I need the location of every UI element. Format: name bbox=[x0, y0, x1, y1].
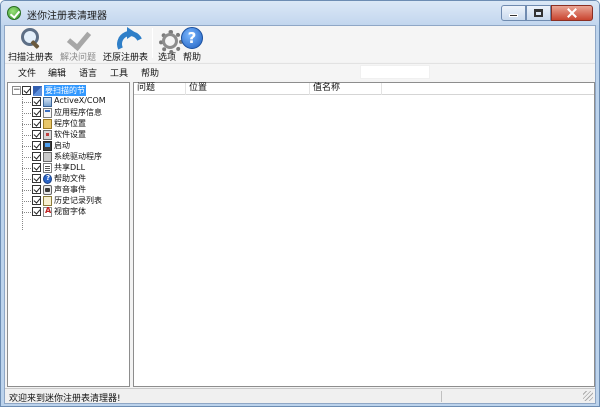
app-info-icon bbox=[43, 108, 52, 118]
menu-edit[interactable]: 编辑 bbox=[48, 66, 66, 79]
tree-item-checkbox[interactable] bbox=[32, 152, 41, 161]
help-icon: ? bbox=[181, 27, 203, 49]
tree-item-checkbox[interactable] bbox=[32, 130, 41, 139]
tree-item-checkbox[interactable] bbox=[32, 174, 41, 183]
tree-item-label: 程序位置 bbox=[54, 119, 86, 128]
tree-item-label: 软件设置 bbox=[54, 130, 86, 139]
tree-item-label: 系统驱动程序 bbox=[54, 152, 102, 161]
menu-search-box[interactable] bbox=[360, 65, 430, 79]
registry-root-icon bbox=[33, 86, 42, 96]
fix-problems-button[interactable]: 解决问题 bbox=[58, 26, 98, 63]
gear-icon bbox=[156, 27, 183, 54]
app-logo-icon bbox=[7, 6, 21, 20]
options-button[interactable]: 选项 bbox=[156, 26, 183, 63]
toolbar-separator bbox=[152, 28, 153, 58]
history-list-icon bbox=[43, 196, 52, 206]
tree-item[interactable]: 视窗字体 bbox=[8, 206, 129, 218]
system-driver-icon bbox=[43, 152, 52, 162]
windows-font-icon bbox=[43, 206, 52, 217]
tree-root-label: 要扫描的节 bbox=[44, 85, 86, 96]
tree-item-label: 声音事件 bbox=[54, 185, 86, 194]
activex-icon bbox=[43, 97, 52, 107]
window-title: 迷你注册表清理器 bbox=[27, 11, 107, 22]
title-bar[interactable]: 迷你注册表清理器 bbox=[1, 1, 599, 25]
tree-item-label: 帮助文件 bbox=[54, 174, 86, 183]
maximize-icon bbox=[534, 9, 543, 17]
checkmark-icon bbox=[67, 27, 89, 49]
help-label: 帮助 bbox=[182, 53, 201, 63]
program-location-icon bbox=[43, 119, 52, 129]
column-header-value-name[interactable]: 值名称 bbox=[310, 83, 382, 95]
menu-file[interactable]: 文件 bbox=[18, 66, 36, 79]
magnifier-icon bbox=[19, 27, 41, 49]
collapse-toggle[interactable]: − bbox=[12, 86, 21, 95]
close-button[interactable] bbox=[551, 5, 593, 21]
software-settings-icon bbox=[43, 130, 52, 140]
list-header: 问题 位置 值名称 bbox=[134, 83, 594, 95]
tree-item-checkbox[interactable] bbox=[32, 196, 41, 205]
startup-icon bbox=[43, 141, 52, 151]
toolbar: 扫描注册表 解决问题 还原注册表 选项 ? 帮助 bbox=[5, 26, 595, 63]
status-text: 欢迎来到迷你注册表清理器! bbox=[9, 394, 121, 404]
problems-list[interactable]: 问题 位置 值名称 bbox=[133, 82, 595, 387]
scan-registry-label: 扫描注册表 bbox=[8, 53, 54, 63]
shared-dll-icon bbox=[43, 163, 52, 173]
scan-registry-button[interactable]: 扫描注册表 bbox=[8, 26, 54, 63]
column-header-problem[interactable]: 问题 bbox=[134, 83, 186, 95]
tree-item-label: 视窗字体 bbox=[54, 207, 86, 216]
menu-language[interactable]: 语言 bbox=[79, 66, 97, 79]
status-bar: 欢迎来到迷你注册表清理器! bbox=[5, 388, 595, 404]
menu-bar: 文件 编辑 语言 工具 帮助 bbox=[5, 63, 595, 80]
tree-item-checkbox[interactable] bbox=[32, 97, 41, 106]
window-controls bbox=[501, 5, 593, 21]
tree-item-checkbox[interactable] bbox=[32, 108, 41, 117]
sections-tree[interactable]: − 要扫描的节 ActiveX/COM 应用程序信息 程序位置 软件设置 启动 … bbox=[7, 82, 130, 387]
minimize-icon bbox=[509, 14, 518, 17]
app-window: 迷你注册表清理器 扫描注册表 解决问题 还原注册表 选项 ? 帮助 文件 编辑 … bbox=[0, 0, 600, 407]
menu-tools[interactable]: 工具 bbox=[110, 66, 128, 79]
tree-item-checkbox[interactable] bbox=[32, 163, 41, 172]
menu-help[interactable]: 帮助 bbox=[141, 66, 159, 79]
tree-item-checkbox[interactable] bbox=[32, 185, 41, 194]
close-icon bbox=[567, 8, 577, 18]
tree-item-checkbox[interactable] bbox=[32, 119, 41, 128]
tree-item-label: 历史记录列表 bbox=[54, 196, 102, 205]
restore-registry-button[interactable]: 还原注册表 bbox=[103, 26, 148, 63]
tree-item-checkbox[interactable] bbox=[32, 207, 41, 216]
root-checkbox[interactable] bbox=[22, 86, 31, 95]
help-button[interactable]: ? 帮助 bbox=[181, 26, 203, 63]
tree-item-label: 共享DLL bbox=[54, 163, 86, 172]
status-separator bbox=[441, 391, 442, 402]
undo-arrow-icon bbox=[114, 27, 136, 49]
fix-problems-label: 解决问题 bbox=[59, 53, 96, 63]
sound-event-icon bbox=[43, 185, 52, 195]
minimize-button[interactable] bbox=[501, 5, 526, 21]
help-file-icon bbox=[43, 174, 52, 184]
tree-item-label: 启动 bbox=[54, 141, 70, 150]
resize-grip-icon[interactable] bbox=[583, 391, 593, 401]
tree-item-label: 应用程序信息 bbox=[54, 108, 102, 117]
maximize-button[interactable] bbox=[526, 5, 551, 21]
tree-item-checkbox[interactable] bbox=[32, 141, 41, 150]
client-area: 扫描注册表 解决问题 还原注册表 选项 ? 帮助 文件 编辑 语言 工具 帮助 … bbox=[4, 25, 596, 404]
column-header-location[interactable]: 位置 bbox=[186, 83, 310, 95]
tree-item-label: ActiveX/COM bbox=[54, 96, 106, 105]
